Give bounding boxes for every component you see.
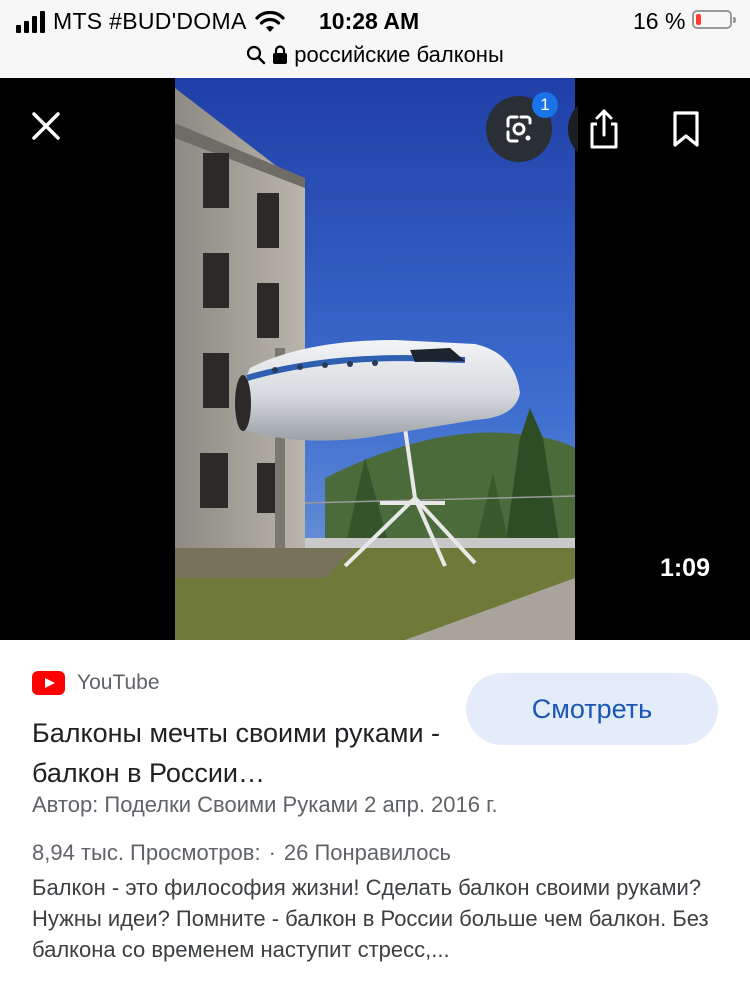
media-viewer: 1 1:09 xyxy=(0,78,750,640)
lock-icon xyxy=(273,45,288,64)
wifi-icon xyxy=(254,10,285,32)
carrier-name: MTS #BUD'DOMA xyxy=(53,8,247,34)
result-stats: 8,94 тыс. Просмотров: · 26 Понравилось xyxy=(32,840,451,866)
battery-percent: 16 % xyxy=(633,8,686,34)
source-name: YouTube xyxy=(77,671,160,694)
battery-level xyxy=(696,14,701,25)
result-source[interactable]: YouTube xyxy=(32,671,160,695)
close-icon[interactable] xyxy=(28,108,64,144)
battery-icon xyxy=(692,10,736,29)
youtube-logo-icon xyxy=(32,671,65,695)
watch-button[interactable]: Смотреть xyxy=(466,673,718,745)
url-text: российские балконы xyxy=(294,42,504,67)
clock: 10:28 AM xyxy=(319,8,420,34)
preview-image[interactable] xyxy=(175,78,575,640)
address-bar[interactable]: российские балконы xyxy=(0,40,750,70)
lens-count-badge: 1 xyxy=(532,92,558,118)
result-description: Балкон - это философия жизни! Сделать ба… xyxy=(32,875,709,962)
result-title[interactable]: Балконы мечты своими руками - балкон в Р… xyxy=(32,713,452,793)
bookmark-icon[interactable] xyxy=(670,110,702,148)
share-icon[interactable] xyxy=(586,108,622,150)
video-duration: 1:09 xyxy=(659,554,710,582)
status-left: MTS #BUD'DOMA xyxy=(16,8,285,35)
search-icon xyxy=(247,45,266,65)
cellular-signal-icon xyxy=(16,10,45,33)
stats-separator: · xyxy=(268,840,276,865)
result-author: Автор: Поделки Своими Руками 2 апр. 2016… xyxy=(32,792,498,817)
status-bar: MTS #BUD'DOMA 10:28 AM 16 % российские б… xyxy=(0,0,750,78)
like-count: 26 Понравилось xyxy=(283,840,451,865)
view-count: 8,94 тыс. Просмотров: xyxy=(32,840,261,865)
